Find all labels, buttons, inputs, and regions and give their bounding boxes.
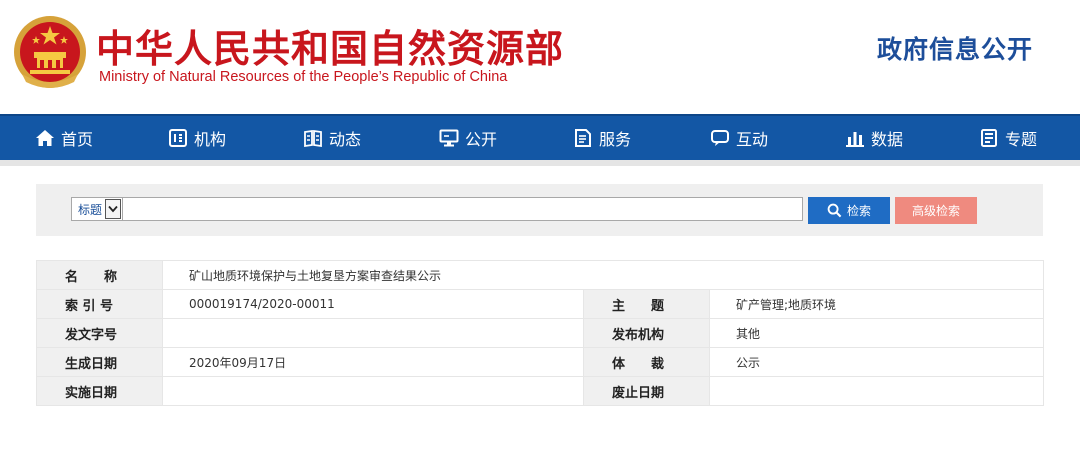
site-title-chinese: 中华人民共和国自然资源部 [96,26,565,71]
nav-item-label: 互动 [736,130,769,149]
nav-item-data[interactable]: 数据 [845,116,903,160]
document-info-table: 名 称 矿山地质环境保护与土地复垦方案审查结果公示 索 引 号 00001917… [36,260,1045,406]
nav-item-label: 机构 [194,130,227,149]
effective-date-value [162,376,584,406]
date-label: 生成日期 [36,347,163,377]
date-value: 2020年09月17日 [162,347,584,377]
publisher-value: 其他 [708,318,1045,348]
home-icon [36,130,54,146]
news-icon [304,129,322,148]
nav-item-home[interactable]: 首页 [35,116,93,160]
genre-value: 公示 [708,347,1045,377]
nav-item-org[interactable]: 机构 [168,116,226,160]
expire-date-label: 废止日期 [583,376,710,406]
gov-info-open-title[interactable]: 政府信息公开 [877,30,1033,66]
bar-chart-icon [846,132,864,147]
nav-item-label: 动态 [329,130,362,149]
theme-value: 矿产管理;地质环境 [708,289,1045,319]
effective-date-label: 实施日期 [36,376,163,406]
book-icon [981,129,997,147]
search-field-select[interactable]: 标题 [71,197,123,221]
table-row: 生成日期 2020年09月17日 体 裁 公示 [36,347,1045,377]
theme-label: 主 题 [583,289,710,319]
index-value: 000019174/2020-00011 [162,289,584,319]
search-button-label: 检索 [846,204,871,218]
nav-item-label: 公开 [465,130,498,149]
monitor-icon [439,129,459,147]
nav-item-topic[interactable]: 专题 [979,116,1037,160]
docno-label: 发文字号 [36,318,163,348]
nav-item-label: 首页 [61,130,94,149]
advanced-search-button[interactable]: 高级检索 [895,197,977,224]
table-row: 名 称 矿山地质环境保护与土地复垦方案审查结果公示 [36,260,1045,290]
nav-item-label: 服务 [599,130,632,149]
publisher-label: 发布机构 [583,318,710,348]
document-icon [575,129,591,147]
name-label: 名 称 [36,260,163,290]
advanced-search-label: 高级检索 [911,204,960,218]
table-row: 发文字号 发布机构 其他 [36,318,1045,348]
nav-item-label: 专题 [1005,130,1038,149]
chat-icon [711,130,729,146]
national-emblem-icon [14,16,86,88]
nav-item-interact[interactable]: 互动 [710,116,768,160]
index-label: 索 引 号 [36,289,163,319]
search-panel: 标题 检索 高级检索 [36,184,1043,236]
nav-item-label: 数据 [871,130,904,149]
nav-item-news[interactable]: 动态 [303,116,361,160]
chevron-down-icon[interactable] [105,199,121,219]
search-icon [827,203,842,218]
search-button[interactable]: 检索 [808,197,890,224]
docno-value [162,318,584,348]
name-value: 矿山地质环境保护与土地复垦方案审查结果公示 [161,260,1045,290]
table-row: 实施日期 废止日期 [36,376,1045,406]
search-field-selected: 标题 [78,202,103,217]
search-input[interactable] [123,197,803,221]
expire-date-value [708,376,1045,406]
nav-item-open[interactable]: 公开 [439,116,497,160]
nav-item-service[interactable]: 服务 [573,116,631,160]
main-nav: 首页 机构 动态 公开 服务 互动 数据 专题 [0,114,1080,160]
genre-label: 体 裁 [583,347,710,377]
table-row: 索 引 号 000019174/2020-00011 主 题 矿产管理;地质环境 [36,289,1045,319]
org-icon [169,129,187,147]
site-title-english: Ministry of Natural Resources of the Peo… [99,69,508,85]
nav-divider [0,160,1080,166]
site-header: 中华人民共和国自然资源部 Ministry of Natural Resourc… [0,0,1080,114]
